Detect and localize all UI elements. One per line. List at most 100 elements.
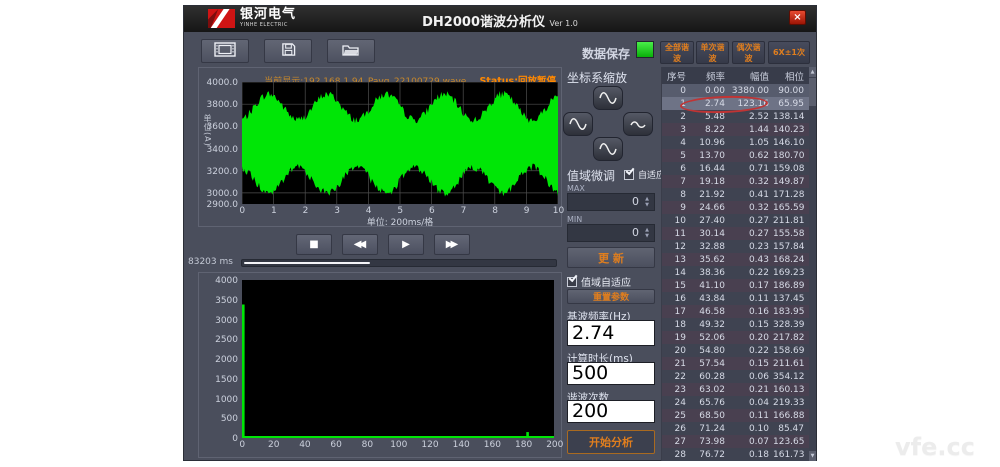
table-row[interactable]: 1952.060.20217.82 (662, 331, 816, 344)
table-row[interactable]: 2568.500.11166.88 (662, 409, 816, 422)
table-cell: 1.44 (729, 125, 773, 135)
zoom-down-button[interactable] (593, 137, 623, 161)
table-cell: 35.62 (690, 255, 729, 265)
table-cell: 123.65 (773, 437, 808, 447)
table-cell: 158.69 (773, 346, 808, 356)
table-row[interactable]: 719.180.32149.87 (662, 175, 816, 188)
table-row[interactable]: 616.440.71159.08 (662, 162, 816, 175)
range-adaptive-checkbox[interactable] (567, 277, 577, 287)
update-button[interactable]: 更 新 (567, 247, 655, 268)
table-cell: 25 (662, 411, 690, 421)
data-save-indicator[interactable] (636, 41, 654, 58)
table-row[interactable]: 2773.980.07123.65 (662, 435, 816, 448)
spinner-down-icon[interactable]: ▼ (643, 233, 651, 239)
filter-odd-harmonics-button[interactable]: 单次谐波 (696, 41, 729, 64)
y-tick-label: 2500 (215, 335, 238, 345)
coord-zoom-title: 坐标系缩放 (567, 69, 627, 86)
table-cell: 169.23 (773, 268, 808, 278)
fundamental-freq-input[interactable]: 2.74 (567, 320, 655, 346)
max-input[interactable]: 0 ▲▼ (567, 193, 655, 211)
table-row[interactable]: 1643.840.11137.45 (662, 292, 816, 305)
range-adaptive-checkbox-row[interactable]: 值域自适应 (567, 274, 631, 289)
table-row[interactable]: 2157.540.15211.61 (662, 357, 816, 370)
table-row[interactable]: 1849.320.15328.39 (662, 318, 816, 331)
table-row[interactable]: 2260.280.06354.12 (662, 370, 816, 383)
fast-forward-button[interactable]: ▶▶ (434, 234, 470, 255)
min-spinner[interactable]: ▲▼ (643, 227, 651, 239)
open-file-button[interactable] (327, 39, 375, 63)
table-cell: 0.11 (729, 411, 773, 421)
table-row[interactable]: 1438.360.22169.23 (662, 266, 816, 279)
capture-button[interactable] (201, 39, 249, 63)
spectrum-y-labels: 40003500300025002000150010005000 (199, 280, 240, 438)
reset-params-button[interactable]: 重置参数 (567, 289, 655, 304)
table-row[interactable]: 513.700.62180.70 (662, 149, 816, 162)
table-cell: 8.22 (690, 125, 729, 135)
table-row[interactable]: 2465.760.04219.33 (662, 396, 816, 409)
scroll-down-icon[interactable]: ▼ (809, 451, 816, 461)
harmonic-count-input[interactable]: 200 (567, 400, 655, 423)
table-row[interactable]: 1027.400.27211.81 (662, 214, 816, 227)
stop-button[interactable]: ■ (296, 234, 332, 255)
table-row[interactable]: 1130.140.27155.58 (662, 227, 816, 240)
adaptive-checkbox-row[interactable]: 自适应 (624, 168, 665, 181)
filter-even-harmonics-button[interactable]: 偶次谐波 (732, 41, 765, 64)
calc-duration-input[interactable]: 500 (567, 362, 655, 385)
table-row[interactable]: 2363.020.21160.13 (662, 383, 816, 396)
scroll-up-icon[interactable]: ▲ (809, 67, 816, 77)
table-cell: 19.18 (690, 177, 729, 187)
table-cell: 18 (662, 320, 690, 330)
min-input[interactable]: 0 ▲▼ (567, 224, 655, 242)
table-cell: 0.15 (729, 320, 773, 330)
table-cell: 146.10 (773, 138, 808, 148)
zoom-right-button[interactable] (623, 112, 653, 136)
close-button[interactable]: × (789, 10, 806, 25)
table-row[interactable]: 2671.240.1085.47 (662, 422, 816, 435)
table-cell: 159.08 (773, 164, 808, 174)
spinner-down-icon[interactable]: ▼ (643, 202, 651, 208)
col-header-phase: 相位 (773, 69, 808, 83)
y-tick-label: 2000 (215, 355, 238, 365)
table-row[interactable]: 1541.100.17186.89 (662, 279, 816, 292)
spectrum-x-labels: 020406080100120140160180200 (242, 440, 554, 450)
filter-all-harmonics-button[interactable]: 全部谐波 (660, 41, 694, 64)
table-row[interactable]: 924.660.32165.59 (662, 201, 816, 214)
table-cell: 137.45 (773, 294, 808, 304)
table-cell: 2.52 (729, 112, 773, 122)
y-tick-label: 3600.0 (207, 122, 239, 132)
scrollbar-thumb[interactable] (809, 78, 816, 106)
adaptive-checkbox[interactable] (624, 170, 634, 180)
start-analysis-button[interactable]: 开始分析 (567, 430, 655, 454)
table-cell: 0.10 (729, 424, 773, 434)
table-row[interactable]: 2876.720.18161.73 (662, 448, 816, 461)
table-row[interactable]: 1746.580.16183.95 (662, 305, 816, 318)
zoom-up-button[interactable] (593, 86, 623, 110)
y-tick-label: 3200.0 (207, 167, 239, 177)
table-row[interactable]: 410.961.05146.10 (662, 136, 816, 149)
title-bar: 银河电气 YINHE ELECTRIC DH2000谐波分析仪 Ver 1.0 … (184, 6, 816, 32)
waveform-plot[interactable] (242, 82, 558, 204)
min-label: MIN (567, 215, 582, 224)
table-cell: 0.22 (729, 346, 773, 356)
rewind-button[interactable]: ◀◀ (342, 234, 378, 255)
table-row[interactable]: 2054.800.22158.69 (662, 344, 816, 357)
table-cell: 354.12 (773, 372, 808, 382)
table-cell: 0.00 (690, 86, 729, 96)
table-row[interactable]: 38.221.44140.23 (662, 123, 816, 136)
zoom-left-button[interactable] (563, 112, 593, 136)
max-spinner[interactable]: ▲▼ (643, 196, 651, 208)
harmonic-table-body: 00.003380.0090.0012.74123.1665.9525.482.… (662, 84, 816, 461)
table-cell: 23 (662, 385, 690, 395)
table-row[interactable]: 1232.880.23157.84 (662, 240, 816, 253)
table-row[interactable]: 821.920.41171.28 (662, 188, 816, 201)
y-tick-label: 3000 (215, 316, 238, 326)
table-scrollbar[interactable]: ▲ ▼ (809, 67, 816, 461)
table-row[interactable]: 1335.620.43168.24 (662, 253, 816, 266)
playback-progress-fill (244, 262, 370, 264)
spectrum-plot[interactable] (242, 280, 554, 438)
save-button[interactable] (264, 39, 312, 63)
filter-6x1-button[interactable]: 6X±1次 (768, 41, 810, 64)
harmonic-table-header: 序号 频率 幅值 相位 (662, 67, 816, 84)
playback-progress-bar[interactable] (241, 259, 557, 267)
play-button[interactable]: ▶ (388, 234, 424, 255)
